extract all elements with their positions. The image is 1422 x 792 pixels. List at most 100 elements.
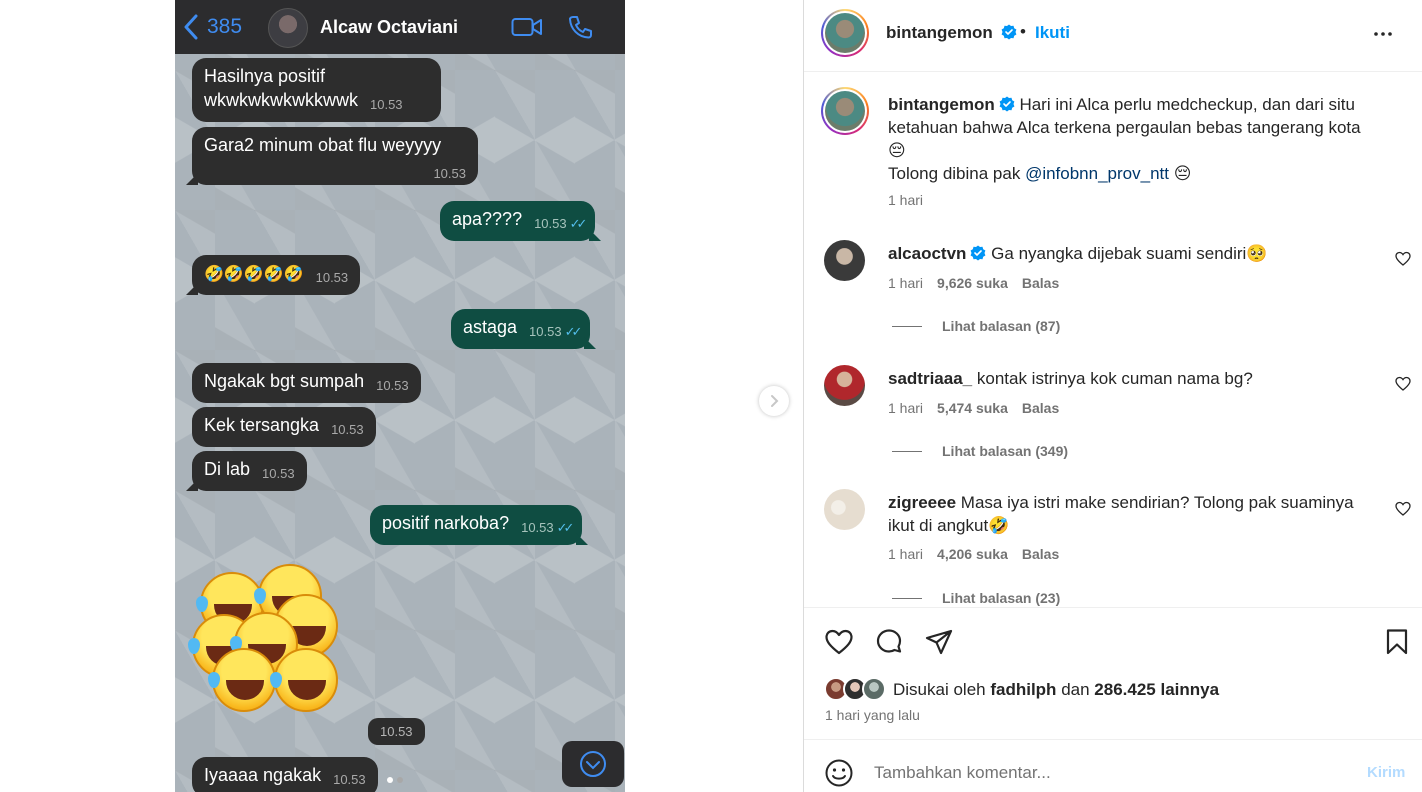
comment-likes[interactable]: 9,626 suka	[937, 275, 1008, 291]
message-bubble-incoming[interactable]: Iyaaaa ngakak 10.53	[192, 757, 378, 792]
post-comment-button[interactable]: Kirim	[1367, 764, 1405, 781]
liked-by-mid: dan	[1061, 680, 1090, 699]
replies-divider	[892, 325, 922, 327]
video-call-icon[interactable]	[511, 16, 543, 38]
message-time: 10.53	[370, 97, 403, 112]
message-text: 🤣🤣🤣🤣🤣	[204, 266, 304, 283]
commenter-avatar[interactable]	[824, 365, 865, 406]
comments-section[interactable]: bintangemon Hari ini Alca perlu medcheck…	[804, 73, 1422, 607]
liked-by-count[interactable]: 286.425 lainnya	[1094, 680, 1219, 699]
caption-line2: Tolong dibina pak	[888, 164, 1021, 183]
message-text: Hasilnya positif	[204, 66, 326, 86]
like-comment-heart-icon[interactable]	[1395, 251, 1411, 267]
comment-likes[interactable]: 4,206 suka	[937, 546, 1008, 562]
reply-button[interactable]: Balas	[1022, 400, 1059, 416]
post-header: bintangemon • Ikuti	[804, 0, 1422, 72]
read-receipt-icon: ✓✓	[556, 520, 575, 535]
caption-username[interactable]: bintangemon	[888, 95, 995, 114]
commenter-avatar[interactable]	[824, 240, 865, 281]
comment-time[interactable]: 1 hari	[888, 400, 923, 416]
message-time: 10.53	[534, 216, 567, 231]
message-text: Iyaaaa ngakak	[204, 765, 322, 785]
share-send-icon[interactable]	[924, 627, 954, 657]
author-username[interactable]: bintangemon	[886, 23, 1017, 43]
message-bubble-incoming[interactable]: Hasilnya positif wkwkwkwkwkkwwk 10.53	[192, 58, 441, 122]
post-caption: bintangemon Hari ini Alca perlu medcheck…	[888, 93, 1388, 185]
next-media-button[interactable]	[759, 386, 789, 416]
message-bubble-incoming[interactable]: Di lab 10.53	[186, 451, 307, 491]
message-text: Gara2 minum obat flu weyyyy	[204, 135, 442, 155]
sticker-time: 10.53	[368, 718, 425, 745]
message-bubble-outgoing[interactable]: apa???? 10.53 ✓✓	[440, 201, 602, 241]
avatar-image	[825, 13, 865, 53]
unread-count: 385	[207, 15, 243, 38]
commenter-avatar[interactable]	[824, 489, 865, 530]
message-bubble-incoming[interactable]: 🤣🤣🤣🤣🤣 10.53	[185, 255, 361, 295]
post-timestamp[interactable]: 1 hari yang lalu	[825, 707, 920, 723]
author-avatar[interactable]	[821, 9, 869, 57]
commenter-username[interactable]: zigreeee	[888, 493, 956, 512]
chevron-left-icon	[184, 14, 198, 40]
comment-likes[interactable]: 5,474 suka	[937, 400, 1008, 416]
message-bubble-incoming[interactable]: Gara2 minum obat flu weyyyy 10.53	[186, 127, 478, 185]
avatar-image	[825, 91, 865, 131]
like-comment-heart-icon[interactable]	[1395, 501, 1411, 517]
message-text: Ngakak bgt sumpah	[204, 371, 365, 391]
message-text: apa????	[452, 209, 523, 229]
message-time: 10.53	[433, 166, 466, 181]
liker-avatar	[862, 677, 886, 701]
phone-call-icon[interactable]	[567, 14, 593, 40]
comment-time[interactable]: 1 hari	[888, 275, 923, 291]
message-bubble-incoming[interactable]: Ngakak bgt sumpah 10.53	[192, 363, 421, 403]
back-button[interactable]: 385	[183, 14, 242, 40]
liked-by-summary: Disukai oleh fadhilph dan 286.425 lainny…	[893, 680, 1219, 700]
message-bubble-incoming[interactable]: Kek tersangka 10.53	[192, 407, 376, 447]
follow-button[interactable]: Ikuti	[1035, 23, 1070, 43]
view-replies-label: Lihat balasan (23)	[942, 590, 1061, 606]
header-separator: •	[1020, 22, 1026, 41]
comment-text: Masa iya istri make sendirian? Tolong pa…	[888, 493, 1354, 535]
caption-author-avatar[interactable]	[821, 87, 869, 135]
liked-by-user[interactable]: fadhilph	[990, 680, 1056, 699]
message-text: Kek tersangka	[204, 415, 320, 435]
reply-button[interactable]: Balas	[1022, 546, 1059, 562]
laughing-emoji-sticker[interactable]	[188, 560, 350, 720]
post-actions: Disukai oleh fadhilph dan 286.425 lainny…	[804, 607, 1422, 739]
read-receipt-icon: ✓✓	[569, 216, 588, 231]
liked-by-avatars[interactable]	[824, 677, 888, 701]
read-receipt-icon: ✓✓	[564, 324, 583, 339]
comment-meta: 1 hari 9,626 suka Balas	[888, 275, 1059, 291]
reply-button[interactable]: Balas	[1022, 275, 1059, 291]
verified-badge-icon	[971, 245, 986, 261]
message-time: 10.53	[262, 466, 295, 481]
like-heart-icon[interactable]	[824, 627, 854, 657]
comment-meta: 1 hari 4,206 suka Balas	[888, 546, 1059, 562]
comment-input[interactable]	[874, 761, 1344, 785]
message-time: 10.53	[331, 422, 364, 437]
view-replies-button[interactable]: Lihat balasan (349)	[892, 443, 1068, 459]
more-options-icon[interactable]	[1371, 22, 1395, 46]
scroll-to-bottom-button[interactable]	[562, 741, 624, 787]
verified-badge-icon	[1002, 24, 1017, 40]
message-bubble-outgoing[interactable]: astaga 10.53 ✓✓	[451, 309, 597, 349]
verified-badge-icon	[999, 96, 1015, 112]
message-text: wkwkwkwkwkkwwk	[204, 90, 358, 110]
commenter-username[interactable]: alcaoctvn	[888, 244, 966, 263]
comment-time[interactable]: 1 hari	[888, 546, 923, 562]
like-comment-heart-icon[interactable]	[1395, 376, 1411, 392]
add-comment-bar: Kirim	[804, 739, 1422, 792]
contact-avatar[interactable]	[268, 8, 308, 48]
save-bookmark-icon[interactable]	[1382, 627, 1412, 657]
commenter-username[interactable]: sadtriaaa_	[888, 369, 972, 388]
view-replies-button[interactable]: Lihat balasan (87)	[892, 318, 1060, 334]
caption-time: 1 hari	[888, 192, 924, 208]
comment-bubble-icon[interactable]	[874, 627, 904, 657]
message-bubble-outgoing[interactable]: positif narkoba? 10.53 ✓✓	[370, 505, 589, 545]
chevron-down-circle-icon	[580, 751, 606, 777]
caption-emoji: 😔	[1173, 164, 1192, 183]
view-replies-button[interactable]: Lihat balasan (23)	[892, 590, 1060, 606]
emoji-picker-icon[interactable]	[824, 758, 854, 788]
contact-name[interactable]: Alcaw Octaviani	[320, 17, 458, 38]
comment-meta: 1 hari 5,474 suka Balas	[888, 400, 1059, 416]
mention-link[interactable]: @infobnn_prov_ntt	[1025, 164, 1169, 183]
